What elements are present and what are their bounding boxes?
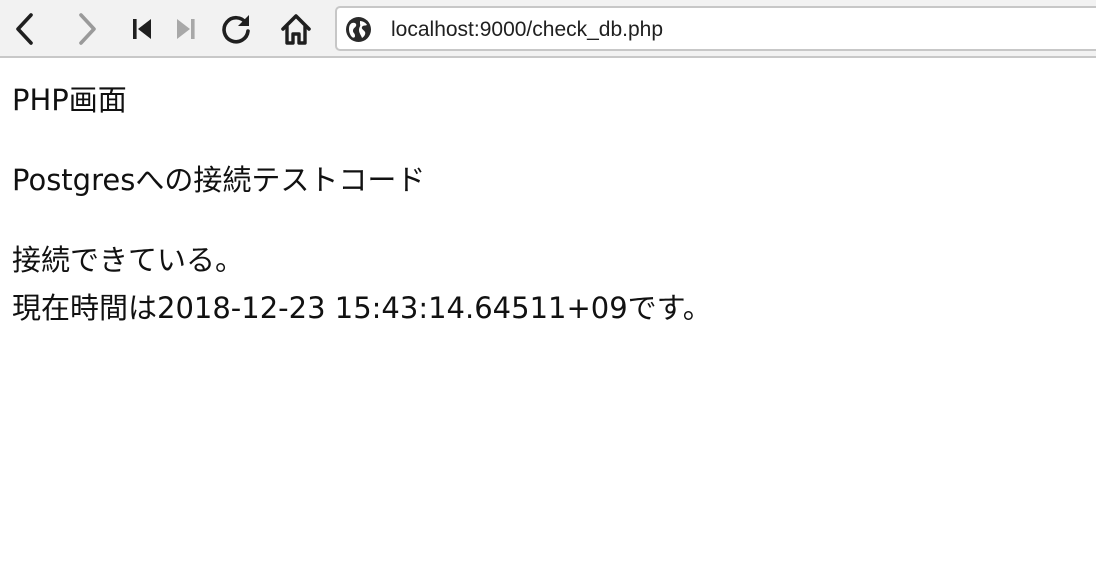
home-icon <box>279 12 313 46</box>
first-page-button[interactable] <box>122 8 162 50</box>
current-time-message: 現在時間は2018-12-23 15:43:14.64511+09です。 <box>12 291 712 325</box>
connection-status: 接続できている。 <box>12 243 245 277</box>
last-page-button[interactable] <box>166 8 206 50</box>
first-page-icon <box>130 16 154 42</box>
back-icon <box>13 12 39 46</box>
page-subheading: Postgresへの接続テストコード <box>12 163 426 197</box>
last-page-icon <box>174 16 198 42</box>
reload-icon <box>219 12 253 46</box>
address-bar[interactable]: localhost:9000/check_db.php <box>335 6 1096 51</box>
back-button[interactable] <box>6 8 46 50</box>
forward-icon <box>73 12 99 46</box>
url-text[interactable]: localhost:9000/check_db.php <box>391 18 663 42</box>
reload-button[interactable] <box>216 8 256 50</box>
browser-toolbar: localhost:9000/check_db.php <box>0 0 1096 58</box>
page-heading: PHP画面 <box>12 83 127 117</box>
globe-icon <box>345 16 372 43</box>
home-button[interactable] <box>276 8 316 50</box>
forward-button[interactable] <box>66 8 106 50</box>
